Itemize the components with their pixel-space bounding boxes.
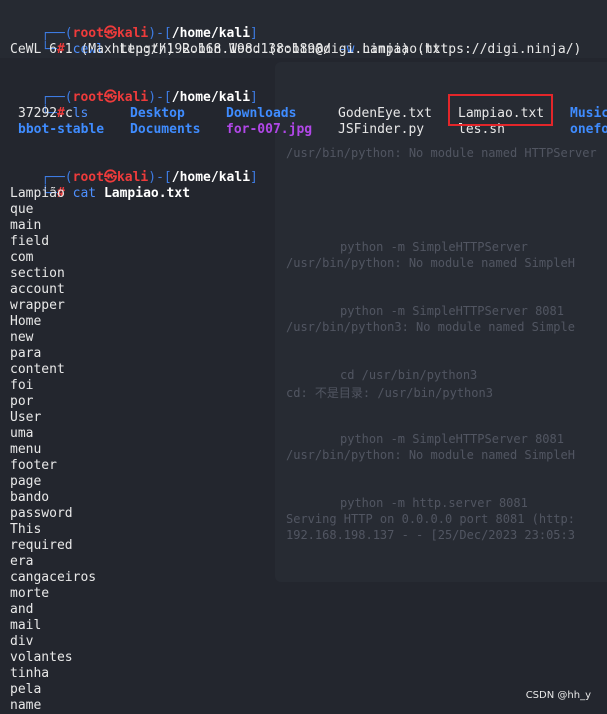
prompt-line-3: ┌──(root㉿kali)-[/home/kali]: [41, 170, 258, 185]
wordlist-line: name: [10, 698, 42, 713]
wordlist-line: volantes: [10, 650, 73, 665]
wordlist-line: main: [10, 218, 42, 233]
highlight-box: [448, 94, 553, 126]
wordlist-line: para: [10, 346, 42, 361]
wordlist-line: User: [10, 410, 42, 425]
ls-dir: onefo: [570, 122, 607, 137]
wordlist-line: uma: [10, 426, 34, 441]
wordlist-line: cangaceiros: [10, 570, 97, 585]
wordlist-line: content: [10, 362, 65, 377]
wordlist-line: por: [10, 394, 34, 409]
command-line-2: └─# ls: [41, 106, 89, 121]
wordlist-line: menu: [10, 442, 42, 457]
wordlist-line: Home: [10, 314, 42, 329]
wordlist-line: bando: [10, 490, 50, 505]
command-line-1: └─# cewl http://192.168.198.138:1898/ -w…: [41, 42, 449, 57]
ls-image: for-007.jpg: [226, 122, 313, 137]
wordlist-line: Lampião: [10, 186, 65, 201]
wordlist-line: account: [10, 282, 65, 297]
ls-dir: bbot-stable: [18, 122, 105, 137]
wordlist-line: que: [10, 202, 34, 217]
wordlist-line: required: [10, 538, 73, 553]
ls-dir: Downloads: [226, 106, 297, 121]
prompt-line-1: ┌──(root㉿kali)-[/home/kali]: [41, 26, 258, 41]
cewl-output: CeWL 6.1 (Max Length) Robin Wood (robin@…: [10, 42, 582, 57]
wordlist-line: new: [10, 330, 34, 345]
terminal[interactable]: ┌──(root㉿kali)-[/home/kali] └─# cewl htt…: [0, 0, 607, 713]
wordlist-line: password: [10, 506, 73, 521]
wordlist-line: wrapper: [10, 298, 65, 313]
watermark: CSDN @hh_y: [525, 690, 591, 701]
ls-dir: Documents: [130, 122, 201, 137]
wordlist-line: page: [10, 474, 42, 489]
ls-item: GodenEye.txt: [338, 106, 432, 121]
wordlist-line: morte: [10, 586, 50, 601]
wordlist-line: div: [10, 634, 34, 649]
ls-item: 37292.c: [18, 106, 73, 121]
wordlist-line: era: [10, 554, 34, 569]
wordlist-line: com: [10, 250, 34, 265]
wordlist-line: section: [10, 266, 65, 281]
wordlist-line: field: [10, 234, 50, 249]
ls-dir: Desktop: [130, 106, 185, 121]
wordlist-line: foi: [10, 378, 34, 393]
prompt-line-2: ┌──(root㉿kali)-[/home/kali]: [41, 90, 258, 105]
wordlist-line: and: [10, 602, 34, 617]
wordlist-line: mail: [10, 618, 42, 633]
wordlist-line: pela: [10, 682, 42, 697]
wordlist-line: tinha: [10, 666, 50, 681]
wordlist-line: This: [10, 522, 42, 537]
ls-dir: Music: [570, 106, 607, 121]
ls-item: JSFinder.py: [338, 122, 425, 137]
command-line-3: └─# cat Lampiao.txt: [41, 186, 191, 201]
wordlist-line: footer: [10, 458, 57, 473]
